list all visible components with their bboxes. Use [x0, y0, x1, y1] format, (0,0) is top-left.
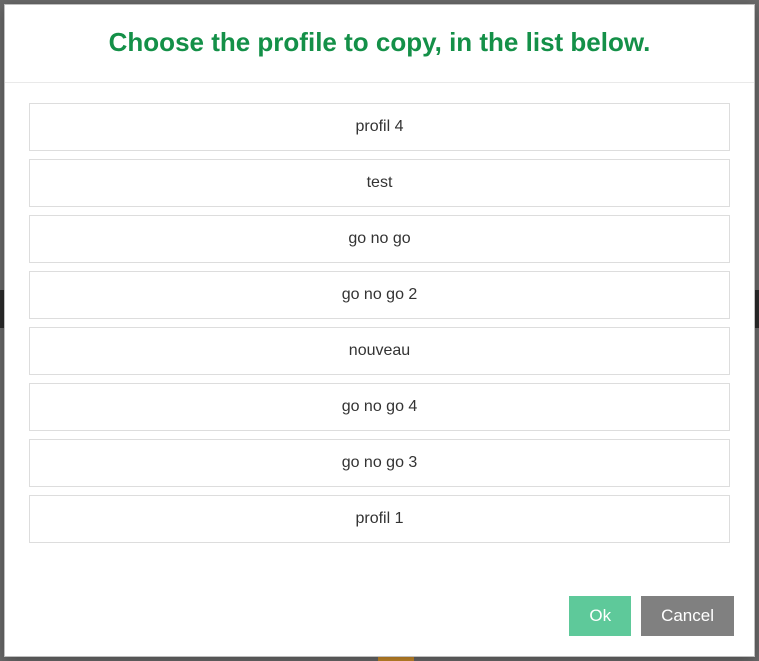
- dialog-footer: Ok Cancel: [5, 580, 754, 656]
- dialog-header: Choose the profile to copy, in the list …: [5, 5, 754, 83]
- profile-item-label: profil 4: [355, 118, 403, 135]
- profile-item-label: go no go 2: [342, 286, 418, 303]
- profile-item[interactable]: nouveau: [29, 327, 730, 375]
- profile-item[interactable]: go no go 4: [29, 383, 730, 431]
- profile-item[interactable]: go no go: [29, 215, 730, 263]
- profile-item-label: profil 1: [355, 510, 403, 527]
- profile-item-label: go no go 3: [342, 454, 418, 471]
- profile-item[interactable]: profil 1: [29, 495, 730, 543]
- profile-item[interactable]: go no go 2: [29, 271, 730, 319]
- profile-item[interactable]: test: [29, 159, 730, 207]
- ok-button[interactable]: Ok: [569, 596, 631, 636]
- profile-item[interactable]: go no go 3: [29, 439, 730, 487]
- cancel-button[interactable]: Cancel: [641, 596, 734, 636]
- profile-item-label: go no go: [348, 230, 410, 247]
- profile-item-label: test: [367, 174, 393, 191]
- dialog-body: profil 4 test go no go go no go 2 nouvea…: [5, 83, 754, 580]
- profile-item-label: go no go 4: [342, 398, 418, 415]
- profile-item-label: nouveau: [349, 342, 410, 359]
- dialog-title: Choose the profile to copy, in the list …: [25, 27, 734, 58]
- profile-item[interactable]: profil 4: [29, 103, 730, 151]
- copy-profile-dialog: Choose the profile to copy, in the list …: [4, 4, 755, 657]
- profile-list: profil 4 test go no go go no go 2 nouvea…: [29, 103, 730, 543]
